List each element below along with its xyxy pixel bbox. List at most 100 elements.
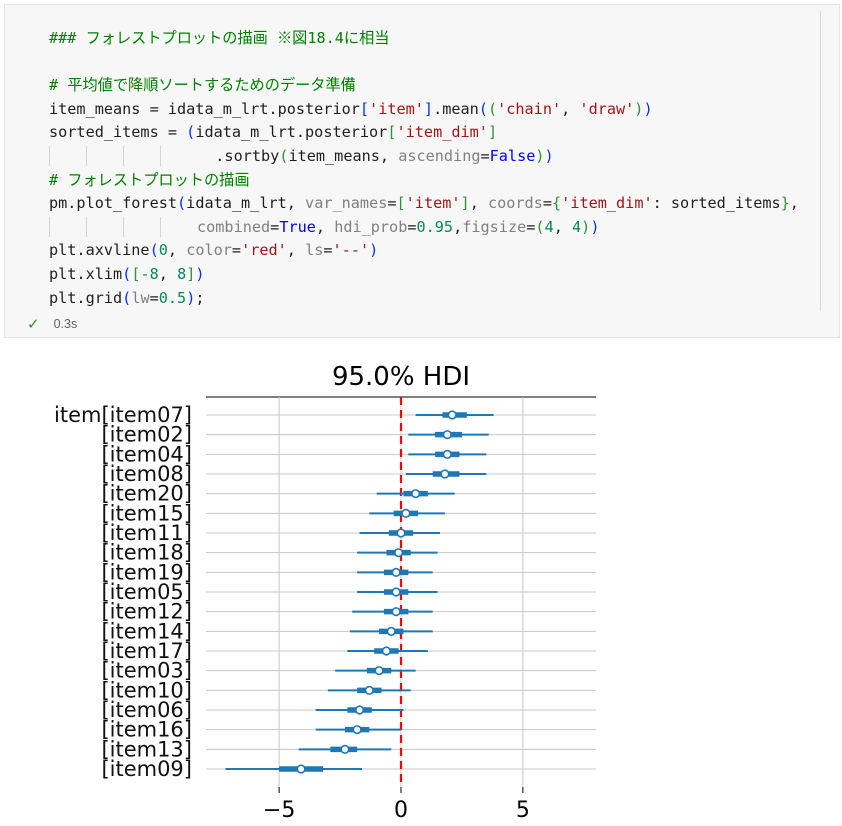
code-token: ) <box>544 146 554 165</box>
mean-point <box>340 744 350 754</box>
code-token: ( <box>122 288 132 307</box>
execution-time: 0.3s <box>53 317 78 331</box>
code-token: figsize <box>462 217 527 236</box>
mean-point <box>396 528 406 538</box>
code-line: item_means = idata_m_lrt.posterior['item… <box>49 98 799 122</box>
mean-point <box>401 508 411 518</box>
code-token: ; <box>195 288 205 307</box>
code-token: , <box>453 217 463 236</box>
code-line: combined=True, hdi_prob=0.95,figsize=(4,… <box>49 216 799 240</box>
code-token: 'item_dim' <box>561 194 653 213</box>
code-token: item_means = idata_m_lrt.posterior <box>49 99 360 118</box>
code-token: ] <box>460 194 470 213</box>
code-token: , <box>553 217 573 236</box>
execution-status: ✓ 0.3s <box>27 315 77 333</box>
code-token: ### フォレストプロットの描画 ※図18.4に相当 <box>49 29 390 47</box>
code-token: ] <box>423 99 434 118</box>
code-token: idata_m_lrt.posterior <box>195 123 388 142</box>
code-token: = <box>542 194 553 213</box>
code-token: plt.xlim <box>49 264 123 283</box>
code-token: hdi_prob <box>334 217 408 236</box>
code-token: 0.95 <box>416 217 454 236</box>
code-token: ( <box>535 217 545 236</box>
code-line: sorted_items = (idata_m_lrt.posterior['i… <box>49 121 799 145</box>
code-token: ] <box>186 264 196 283</box>
code-token: 'draw' <box>579 99 635 118</box>
code-token: , <box>286 241 306 260</box>
indent-guide <box>49 146 86 167</box>
indent-guide <box>123 217 160 238</box>
code-token: = <box>231 241 242 260</box>
code-line: # 平均値で降順ソートするためのデータ準備 <box>49 74 799 98</box>
code-token: -8 <box>140 264 159 283</box>
code-token: ] <box>487 123 498 142</box>
code-line: .sortby(item_means, ascending=False)) <box>49 145 799 169</box>
code-token: lw <box>131 288 150 307</box>
code-token: item_means, <box>288 146 399 165</box>
code-token: '--' <box>332 241 370 260</box>
code-token: 'item_dim' <box>396 123 488 142</box>
code-token: .mean <box>433 99 479 118</box>
code-token: pm.plot_forest <box>49 194 178 213</box>
code-token: { <box>552 194 562 213</box>
y-tick-label: [item09] <box>101 757 192 781</box>
code-token: coords <box>487 194 543 213</box>
mean-point <box>391 607 401 617</box>
code-token: 0 <box>158 241 168 260</box>
mean-point <box>386 626 396 636</box>
mean-point <box>411 489 421 499</box>
code-token: ) <box>186 288 196 307</box>
code-line: plt.xlim([-8, 8]) <box>49 263 799 287</box>
code-token: ( <box>487 99 498 118</box>
mean-point <box>381 646 391 656</box>
mean-point <box>352 725 362 735</box>
code-line: ### フォレストプロットの描画 ※図18.4に相当 <box>49 27 799 51</box>
code-token: , <box>789 194 799 213</box>
code-token: # フォレストプロットの描画 <box>49 170 250 189</box>
mean-point <box>354 705 365 715</box>
mean-point <box>447 410 457 420</box>
code-token: ( <box>478 99 488 118</box>
code-token: 0.5 <box>158 288 187 307</box>
mean-point <box>391 587 401 597</box>
code-token: ascending <box>398 146 481 165</box>
code-token: = <box>323 241 333 260</box>
indent-guide <box>160 217 197 238</box>
code-token: ( <box>177 194 187 213</box>
code-line: plt.grid(lw=0.5); <box>49 287 799 311</box>
code-token: } <box>780 194 790 213</box>
notebook-code-cell[interactable]: ### フォレストプロットの描画 ※図18.4に相当 # 平均値で降順ソートする… <box>4 4 840 338</box>
code-token: 4 <box>544 217 554 236</box>
editor-scroll-edge <box>820 11 821 311</box>
code-token: ) <box>369 241 379 260</box>
code-token: ) <box>535 146 545 165</box>
code-editor[interactable]: ### フォレストプロットの描画 ※図18.4に相当 # 平均値で降順ソートする… <box>5 5 821 311</box>
code-token: [ <box>396 194 406 213</box>
code-token: ( <box>122 264 132 283</box>
code-token: [ <box>387 123 397 142</box>
code-line: pm.plot_forest(idata_m_lrt, var_names=['… <box>49 192 799 216</box>
code-token: ) <box>643 99 653 118</box>
code-token: var_names <box>305 194 388 213</box>
code-token: 8 <box>177 264 187 283</box>
code-token: , <box>158 264 178 283</box>
code-token: , <box>315 217 335 236</box>
cell-output-plot: 95.0% HDI item[item07] [item02] [item04] [it… <box>0 345 842 823</box>
mean-point <box>442 430 452 440</box>
code-token: [ <box>359 99 370 118</box>
code-line: plt.axvline(0, color='red', ls='--') <box>49 239 799 263</box>
indent-guide <box>86 146 123 167</box>
code-token: sorted_items = <box>49 123 187 142</box>
code-token: ) <box>195 264 205 283</box>
mean-point <box>364 685 374 695</box>
code-token: combined <box>197 217 271 236</box>
code-token: False <box>489 146 536 165</box>
code-text[interactable]: ### フォレストプロットの描画 ※図18.4に相当 # 平均値で降順ソートする… <box>49 27 799 310</box>
code-token: = <box>387 194 397 213</box>
x-tick-label: −5 <box>263 798 295 822</box>
x-tick-label: 5 <box>516 798 530 822</box>
code-token: plt.grid <box>49 288 123 307</box>
indent-guide <box>123 146 160 167</box>
mean-point <box>442 449 452 459</box>
